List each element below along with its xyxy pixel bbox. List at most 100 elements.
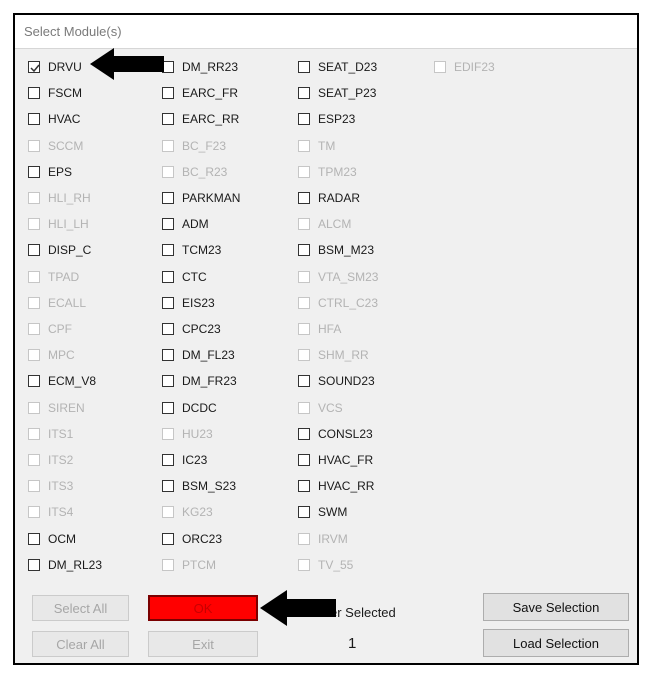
module-label: TPM23	[318, 164, 357, 179]
load-selection-button[interactable]: Load Selection	[483, 629, 629, 657]
checkbox-icon[interactable]	[298, 192, 310, 204]
module-label: SHM_RR	[318, 348, 369, 363]
checkbox-icon[interactable]	[162, 218, 174, 231]
module-checkbox-sound23[interactable]: SOUND23	[298, 371, 375, 391]
checkbox-icon[interactable]	[28, 532, 40, 545]
checkbox-icon[interactable]	[298, 61, 310, 73]
module-label: ECM_V8	[48, 374, 97, 389]
checkbox-icon[interactable]	[28, 244, 40, 257]
checkbox-icon[interactable]	[28, 558, 40, 571]
checkbox-checked-icon[interactable]	[28, 61, 40, 73]
module-checkbox-cpc23[interactable]: CPC23	[162, 319, 221, 339]
module-checkbox-parkman[interactable]: PARKMAN	[162, 188, 240, 208]
select-all-button[interactable]: Select All	[32, 595, 129, 621]
checkbox-icon[interactable]	[162, 480, 174, 493]
checkbox-icon[interactable]	[28, 375, 40, 388]
module-checkbox-bsm-s23[interactable]: BSM_S23	[162, 476, 236, 496]
checkbox-icon[interactable]	[298, 506, 310, 519]
checkbox-icon[interactable]	[162, 296, 174, 309]
module-checkbox-dm-rl23[interactable]: DM_RL23	[28, 555, 102, 575]
module-checkbox-drvu[interactable]: DRVU	[28, 57, 82, 77]
checkbox-icon[interactable]	[162, 270, 174, 283]
checkbox-icon[interactable]	[28, 113, 40, 126]
ok-button[interactable]: OK	[148, 595, 258, 621]
module-checkbox-dcdc[interactable]: DCDC	[162, 398, 217, 418]
checkbox-icon[interactable]	[162, 532, 174, 545]
checkbox-icon[interactable]	[162, 401, 174, 414]
module-checkbox-adm[interactable]: ADM	[162, 214, 209, 234]
module-checkbox-hfa: HFA	[298, 319, 341, 339]
module-label: SEAT_D23	[318, 60, 378, 74]
module-label: EARC_FR	[182, 86, 239, 101]
module-checkbox-seat-p23[interactable]: SEAT_P23	[298, 83, 376, 103]
module-checkbox-hvac-rr[interactable]: HVAC_RR	[298, 476, 374, 496]
checkbox-icon	[28, 401, 40, 414]
module-checkbox-fscm[interactable]: FSCM	[28, 83, 82, 103]
checkbox-icon	[28, 323, 40, 335]
checkbox-icon	[162, 506, 174, 519]
module-label: EPS	[48, 164, 73, 179]
save-selection-button[interactable]: Save Selection	[483, 593, 629, 621]
module-checkbox-earc-rr[interactable]: EARC_RR	[162, 109, 239, 129]
checkbox-icon[interactable]	[162, 192, 174, 204]
module-checkbox-its3: ITS3	[28, 476, 73, 496]
module-checkbox-ic23[interactable]: IC23	[162, 450, 207, 470]
module-checkbox-seat-d23[interactable]: SEAT_D23	[298, 57, 377, 77]
module-checkbox-consl23[interactable]: CONSL23	[298, 424, 373, 444]
module-checkbox-ocm[interactable]: OCM	[28, 529, 76, 549]
checkbox-icon[interactable]	[298, 87, 310, 100]
module-checkbox-esp23[interactable]: ESP23	[298, 109, 355, 129]
module-label: CPC23	[182, 322, 221, 336]
module-label: ORC23	[182, 531, 223, 546]
module-checkbox-bc-f23: BC_F23	[162, 136, 226, 156]
module-checkbox-radar[interactable]: RADAR	[298, 188, 360, 208]
checkbox-icon	[298, 349, 310, 362]
module-checkbox-eis23[interactable]: EIS23	[162, 293, 215, 313]
module-checkbox-eps[interactable]: EPS	[28, 162, 72, 182]
module-checkbox-dm-rr23[interactable]: DM_RR23	[162, 57, 238, 77]
module-checkbox-hvac-fr[interactable]: HVAC_FR	[298, 450, 373, 470]
checkbox-icon[interactable]	[298, 375, 310, 388]
module-checkbox-kg23: KG23	[162, 502, 213, 522]
module-checkbox-swm[interactable]: SWM	[298, 502, 347, 522]
module-label: BSM_S23	[182, 479, 237, 494]
checkbox-icon	[28, 218, 40, 231]
module-label: HU23	[182, 426, 213, 441]
checkbox-icon[interactable]	[298, 427, 310, 440]
checkbox-icon[interactable]	[28, 165, 40, 178]
checkbox-icon[interactable]	[162, 375, 174, 388]
checkbox-icon[interactable]	[162, 87, 174, 100]
checkbox-icon	[162, 558, 174, 571]
exit-button[interactable]: Exit	[148, 631, 258, 657]
checkbox-icon[interactable]	[162, 454, 174, 466]
module-checkbox-bsm-m23[interactable]: BSM_M23	[298, 240, 374, 260]
module-checkbox-ctc[interactable]: CTC	[162, 267, 207, 287]
module-label: ITS4	[48, 505, 74, 520]
module-checkbox-hvac[interactable]: HVAC	[28, 109, 80, 129]
checkbox-icon[interactable]	[298, 454, 310, 466]
module-label: EIS23	[182, 295, 215, 310]
module-checkbox-ecm-v8[interactable]: ECM_V8	[28, 371, 96, 391]
checkbox-icon[interactable]	[298, 113, 310, 126]
checkbox-icon[interactable]	[298, 244, 310, 257]
module-checkbox-earc-fr[interactable]: EARC_FR	[162, 83, 238, 103]
module-checkbox-disp-c[interactable]: DISP_C	[28, 240, 91, 260]
module-checkbox-vta-sm23: VTA_SM23	[298, 267, 378, 287]
checkbox-icon	[298, 558, 310, 571]
module-checkbox-its2: ITS2	[28, 450, 73, 470]
module-label: HVAC	[48, 112, 81, 127]
module-checkbox-dm-fr23[interactable]: DM_FR23	[162, 371, 237, 391]
module-label: MPC	[48, 348, 75, 363]
clear-all-button[interactable]: Clear All	[32, 631, 129, 657]
checkbox-icon[interactable]	[28, 87, 40, 100]
checkbox-icon[interactable]	[162, 323, 174, 335]
module-label: TCM23	[182, 243, 222, 258]
checkbox-icon[interactable]	[162, 244, 174, 257]
checkbox-icon[interactable]	[162, 349, 174, 362]
module-checkbox-tcm23[interactable]: TCM23	[162, 240, 221, 260]
module-label: EARC_RR	[182, 112, 240, 127]
checkbox-icon[interactable]	[162, 113, 174, 126]
module-checkbox-dm-fl23[interactable]: DM_FL23	[162, 345, 235, 365]
module-checkbox-orc23[interactable]: ORC23	[162, 529, 222, 549]
checkbox-icon[interactable]	[298, 480, 310, 493]
